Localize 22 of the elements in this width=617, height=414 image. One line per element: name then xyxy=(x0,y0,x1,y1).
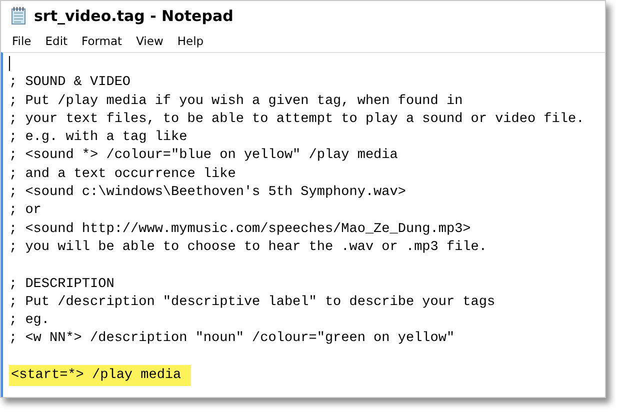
text-line: ; <sound *> /colour="blue on yellow" /play media xyxy=(9,147,398,164)
menu-item[interactable]: View xyxy=(130,34,170,48)
text-line: ; Put /play media if you wish a given tag, when found in xyxy=(9,92,463,110)
menu-item[interactable]: File xyxy=(6,34,38,48)
text-line: ; <sound c:\windows\Beethoven's 5th Symphony.wav> xyxy=(9,184,406,202)
text-line: ; <w NN*> /description "noun" /colour="green on yellow" xyxy=(9,330,455,348)
notepad-icon xyxy=(11,6,27,24)
window-title: srt_video.tag - Notepad xyxy=(34,6,234,24)
menu-item[interactable]: Help xyxy=(171,34,210,48)
text-line: ; you will be able to choose to hear the .wav or .mp3 file. xyxy=(9,238,487,256)
text-line: ; Put /description "descriptive label" to describe your tags xyxy=(9,294,496,311)
text-line: ; your text files, to be able to attempt to play a sound or video file. xyxy=(9,110,584,128)
text-line: ; SOUND & VIDEO xyxy=(9,74,131,92)
menu-item[interactable]: Format xyxy=(76,34,128,48)
text-line: ; and a text occurrence like xyxy=(9,166,236,183)
text-line: ; eg. xyxy=(9,312,50,330)
text-line: ; DESCRIPTION xyxy=(9,276,114,293)
text-line: ; e.g. with a tag like xyxy=(9,129,188,146)
text-cursor xyxy=(9,56,10,71)
text-line: ; or xyxy=(9,202,42,220)
text-line: ; <sound http://www.mymusic.com/speeches/Mao_Ze_Dung.mp3> xyxy=(9,220,471,238)
menu-item[interactable]: Edit xyxy=(39,34,74,48)
